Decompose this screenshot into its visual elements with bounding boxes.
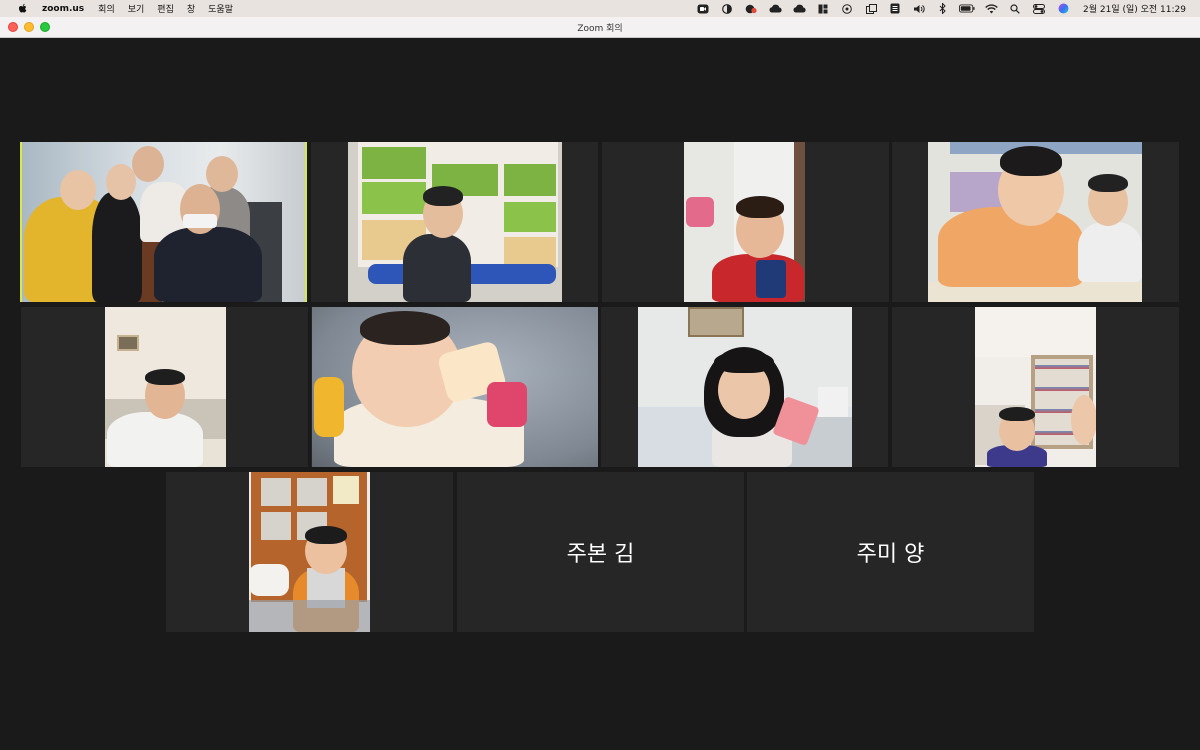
wifi-icon[interactable] — [983, 3, 999, 15]
cloud-filled-icon[interactable] — [791, 3, 807, 15]
notification-icon[interactable] — [743, 3, 759, 15]
participant-video — [249, 472, 370, 632]
participant-name: 주본 김 — [566, 542, 635, 567]
text-icon[interactable] — [887, 3, 903, 15]
apple-logo-icon[interactable] — [16, 3, 30, 14]
participant-tile[interactable]: 주미 양 — [747, 472, 1034, 632]
participant-video — [928, 142, 1142, 302]
bluetooth-icon[interactable] — [935, 3, 951, 15]
menu-window[interactable]: 창 — [187, 2, 195, 15]
menu-bar-clock[interactable]: 2월 21일 (일) 오전 11:29 — [1083, 2, 1186, 15]
gallery-view: 주본 김 주미 양 — [0, 39, 1200, 750]
grid-icon[interactable] — [815, 3, 831, 15]
close-window-button[interactable] — [8, 22, 18, 32]
menu-view[interactable]: 보기 — [128, 2, 145, 15]
participant-video — [684, 142, 805, 302]
battery-icon[interactable] — [959, 3, 975, 15]
play-icon[interactable] — [839, 3, 855, 15]
contrast-icon[interactable] — [719, 3, 735, 15]
siri-icon[interactable] — [1055, 3, 1071, 15]
participant-tile[interactable] — [21, 307, 308, 467]
window-icon[interactable] — [863, 3, 879, 15]
participant-tile[interactable] — [311, 142, 598, 302]
participant-video — [975, 307, 1096, 467]
cloud-icon[interactable] — [767, 3, 783, 15]
participant-tile[interactable] — [602, 142, 889, 302]
volume-icon[interactable] — [911, 3, 927, 15]
app-menu-zoom[interactable]: zoom.us — [42, 4, 84, 14]
participant-tile[interactable] — [20, 142, 307, 302]
zoom-icon[interactable] — [695, 3, 711, 15]
menu-bar: zoom.us 회의 보기 편집 창 도움말 2월 21일 (일) 오전 11:… — [0, 0, 1200, 17]
zoom-window: Zoom 회의 주본 김 주미 양 — [0, 17, 1200, 750]
participant-video — [348, 142, 562, 302]
participant-tile[interactable] — [166, 472, 453, 632]
participant-tile[interactable] — [601, 307, 888, 467]
participant-tile[interactable] — [311, 307, 598, 467]
fullscreen-window-button[interactable] — [40, 22, 50, 32]
participant-name: 주미 양 — [856, 542, 925, 567]
participant-tile[interactable] — [892, 142, 1179, 302]
participant-tile[interactable]: 주본 김 — [457, 472, 744, 632]
participant-tile[interactable] — [892, 307, 1179, 467]
menu-help[interactable]: 도움말 — [208, 2, 233, 15]
participant-video — [22, 142, 305, 302]
window-titlebar[interactable]: Zoom 회의 — [0, 17, 1200, 38]
menu-edit[interactable]: 편집 — [157, 2, 174, 15]
participant-video — [312, 307, 598, 467]
window-title: Zoom 회의 — [577, 23, 623, 34]
participant-video — [638, 307, 852, 467]
search-icon[interactable] — [1007, 3, 1023, 15]
minimize-window-button[interactable] — [24, 22, 34, 32]
control-center-icon[interactable] — [1031, 3, 1047, 15]
menu-meeting[interactable]: 회의 — [98, 2, 115, 15]
participant-video — [105, 307, 226, 467]
